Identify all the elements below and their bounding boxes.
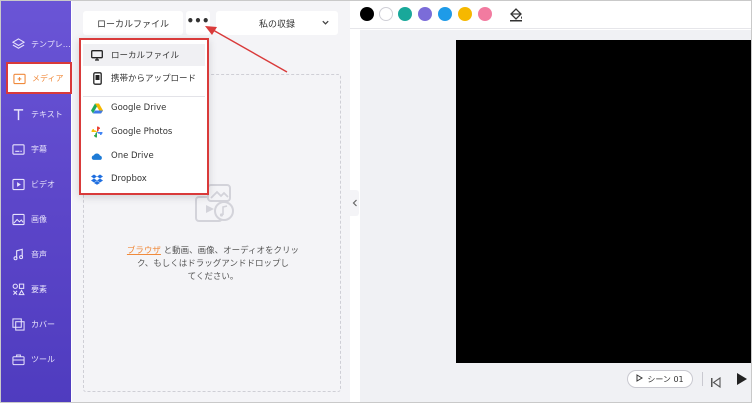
sidebar-item-label: メディア xyxy=(32,73,64,83)
sidebar-item-audio[interactable]: 音声 xyxy=(1,239,71,269)
play-small-icon xyxy=(636,374,644,384)
menu-item-label: 携帯からアップロード xyxy=(111,74,197,84)
layers-icon xyxy=(11,37,25,51)
sidebar-item-label: 字幕 xyxy=(31,144,47,154)
google-drive-icon xyxy=(91,102,103,114)
menu-item-label: Google Drive xyxy=(111,103,167,113)
menu-item-label: Dropbox xyxy=(111,174,147,184)
sidebar-item-label: テキスト xyxy=(31,109,63,119)
monitor-icon xyxy=(91,49,103,61)
editor-area: シーン 01 xyxy=(350,1,751,402)
color-swatch-purple[interactable] xyxy=(418,7,432,21)
menu-item-dropbox[interactable]: Dropbox xyxy=(83,168,205,190)
sidebar-item-video[interactable]: ビデオ xyxy=(1,169,71,199)
sidebar-item-tools[interactable]: ツール xyxy=(1,344,71,374)
menu-item-label: ローカルファイル xyxy=(111,51,180,61)
menu-item-google-photos[interactable]: Google Photos xyxy=(83,121,205,143)
control-divider xyxy=(702,372,703,386)
color-swatch-yellow[interactable] xyxy=(458,7,472,21)
text-icon xyxy=(11,107,25,121)
phone-icon xyxy=(91,71,103,85)
video-canvas[interactable] xyxy=(456,40,751,363)
sidebar-item-images[interactable]: 画像 xyxy=(1,204,71,234)
color-swatch-pink[interactable] xyxy=(478,7,492,21)
skip-back-icon[interactable] xyxy=(710,373,721,392)
more-options-button[interactable]: ••• xyxy=(186,11,210,35)
sidebar-item-label: カバー xyxy=(31,319,55,329)
my-collection-select[interactable]: 私の収録 xyxy=(216,11,338,35)
sidebar-item-templates[interactable]: テンプレ… xyxy=(1,29,71,59)
color-swatch-teal[interactable] xyxy=(398,7,412,21)
browse-link[interactable]: ブラウザ xyxy=(127,246,161,256)
cover-icon xyxy=(11,317,25,331)
menu-item-label: Google Photos xyxy=(111,127,173,137)
sidebar-item-label: 画像 xyxy=(31,214,47,224)
fill-bucket-icon[interactable] xyxy=(508,6,524,22)
video-icon xyxy=(11,177,25,191)
elements-icon xyxy=(11,282,25,296)
my-collection-label: 私の収録 xyxy=(258,19,295,30)
dropbox-icon xyxy=(91,173,103,185)
scene-play-button[interactable]: シーン 01 xyxy=(627,370,693,388)
sidebar-item-elements[interactable]: 要素 xyxy=(1,274,71,304)
media-folder-icon xyxy=(12,71,26,85)
drop-text-line-3: てください。 xyxy=(187,272,239,282)
sidebar-item-label: 音声 xyxy=(31,249,47,259)
music-icon xyxy=(11,247,25,261)
color-swatch-black[interactable] xyxy=(360,7,374,21)
sidebar-item-text[interactable]: テキスト xyxy=(1,99,71,129)
color-swatch-white[interactable] xyxy=(379,7,393,21)
subtitle-icon xyxy=(11,142,25,156)
menu-item-local-file[interactable]: ローカルファイル xyxy=(83,44,205,66)
play-icon[interactable] xyxy=(736,371,748,390)
image-icon xyxy=(11,212,25,226)
google-photos-icon xyxy=(91,126,103,138)
chevron-down-icon xyxy=(321,18,330,30)
color-toolbar xyxy=(350,1,751,29)
toolbox-icon xyxy=(11,352,25,366)
menu-item-phone-upload[interactable]: 携帯からアップロード xyxy=(83,67,205,89)
menu-item-google-drive[interactable]: Google Drive xyxy=(83,97,205,119)
sidebar: テンプレ… メディア テキスト 字幕 ビデオ 画像 音声 要素 カバー ツール xyxy=(1,1,72,402)
sidebar-item-media[interactable]: メディア xyxy=(6,62,72,94)
sidebar-item-cover[interactable]: カバー xyxy=(1,309,71,339)
menu-item-onedrive[interactable]: One Drive xyxy=(83,145,205,167)
more-dots-icon: ••• xyxy=(186,13,210,28)
drop-instructions: ブラウザ と動画、画像、オーディオをクリッ ク、もしくはドラッグアンドドロップし… xyxy=(98,245,328,284)
sidebar-item-label: ツール xyxy=(31,354,55,364)
drop-text-line-2: ク、もしくはドラッグアンドドロップし xyxy=(137,259,289,269)
sidebar-item-label: ビデオ xyxy=(31,179,55,189)
menu-item-label: One Drive xyxy=(111,151,154,161)
drop-text-line-1: と動画、画像、オーディオをクリッ xyxy=(163,246,300,256)
color-swatch-blue[interactable] xyxy=(438,7,452,21)
onedrive-icon xyxy=(91,150,103,162)
upload-source-menu: ローカルファイル 携帯からアップロード Google Drive Google … xyxy=(79,38,209,195)
sidebar-item-subtitles[interactable]: 字幕 xyxy=(1,134,71,164)
sidebar-item-label: テンプレ… xyxy=(31,39,71,49)
scene-label: シーン 01 xyxy=(647,374,684,384)
tab-local-file[interactable]: ローカルファイル xyxy=(83,11,183,35)
collapse-panel-handle[interactable] xyxy=(350,190,359,216)
sidebar-item-label: 要素 xyxy=(31,284,47,294)
